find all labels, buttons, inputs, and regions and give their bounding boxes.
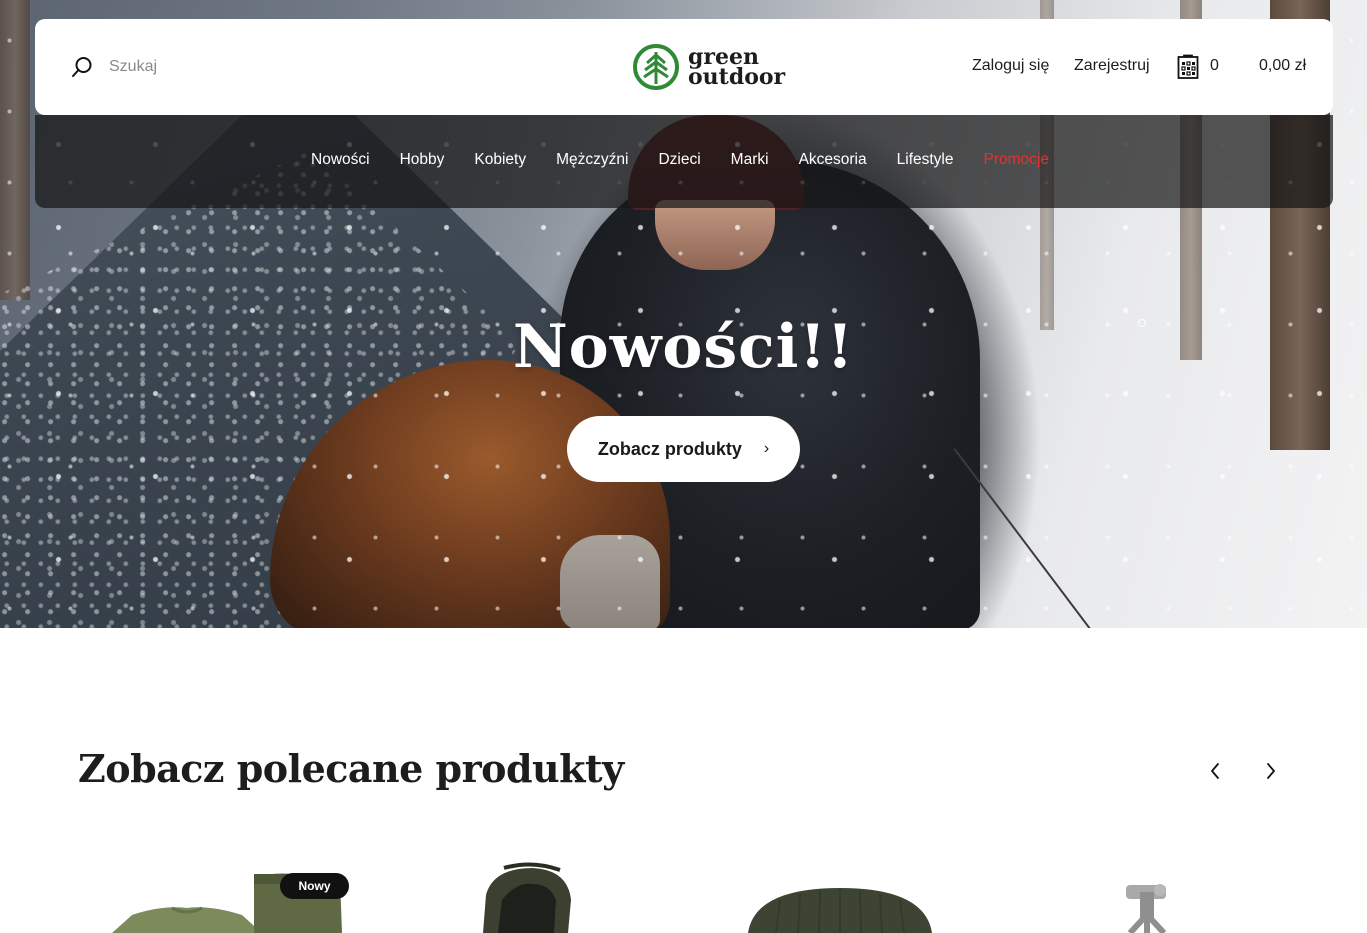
carousel-dot[interactable] — [1138, 319, 1146, 327]
nav-item-mezczyzni[interactable]: Mężczyźni — [556, 151, 628, 169]
product-card[interactable] — [700, 860, 980, 933]
product-card[interactable] — [428, 860, 608, 933]
nav-item-kobiety[interactable]: Kobiety — [474, 151, 526, 169]
nav-item-promocje[interactable]: Promocje — [984, 151, 1049, 169]
nav-item-hobby[interactable]: Hobby — [400, 151, 445, 169]
chevron-left-icon — [1211, 763, 1219, 779]
logo-text: green outdoor — [688, 46, 786, 90]
cart-total[interactable]: 0,00 zł — [1259, 57, 1306, 75]
product-card[interactable] — [1090, 860, 1210, 933]
logo-line2: outdoor — [688, 64, 786, 90]
register-link[interactable]: Zarejestruj — [1074, 57, 1150, 75]
tree-icon — [633, 44, 679, 90]
logo[interactable]: green outdoor — [632, 43, 785, 91]
see-products-label: Zobacz produkty — [597, 438, 742, 459]
badge-new: Nowy — [280, 873, 349, 899]
nav-item-akcesoria[interactable]: Akcesoria — [799, 151, 867, 169]
product-image — [1126, 884, 1167, 933]
search-input[interactable] — [109, 55, 309, 79]
nav-item-lifestyle[interactable]: Lifestyle — [897, 151, 954, 169]
chevron-right-icon: › — [763, 440, 770, 457]
hero-title: Nowości!! — [512, 312, 855, 382]
login-link[interactable]: Zaloguj się — [972, 57, 1049, 75]
product-image — [483, 862, 571, 933]
chevron-right-icon — [1267, 763, 1275, 779]
cart-count[interactable]: 0 — [1210, 57, 1219, 75]
see-products-button[interactable]: Zobacz produkty › — [567, 416, 800, 482]
carousel-prev-button[interactable] — [1202, 758, 1228, 784]
nav-item-marki[interactable]: Marki — [731, 151, 769, 169]
search-icon[interactable] — [71, 56, 93, 78]
nav-item-dzieci[interactable]: Dzieci — [658, 151, 700, 169]
featured-title: Zobacz polecane produkty — [78, 746, 624, 791]
product-image — [748, 888, 932, 933]
cart-icon[interactable] — [1177, 54, 1199, 80]
site-header: green outdoor Zaloguj się Zarejestruj 0 … — [35, 19, 1333, 115]
nav-item-nowosci[interactable]: Nowości — [311, 151, 370, 169]
carousel-next-button[interactable] — [1258, 758, 1284, 784]
main-nav: Nowości Hobby Kobiety Mężczyźni Dzieci M… — [35, 115, 1333, 208]
